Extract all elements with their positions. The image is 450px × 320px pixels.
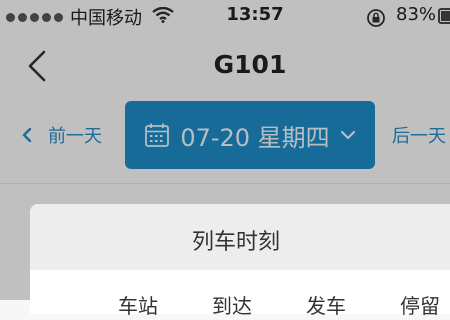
sheet-title: 列车时刻 [191,230,280,255]
column-header-station: 车站 [118,294,158,318]
column-header-arrival: 到达 [212,294,252,318]
column-header-stop: 停留 [400,294,440,318]
sheet-header: 列车时刻 [30,204,450,270]
column-header-departure: 发车 [306,294,346,318]
schedule-sheet: 列车时刻 车站 到达 发车 停留 [30,204,450,318]
schedule-column-headers: 车站 到达 发车 停留 [30,290,450,320]
